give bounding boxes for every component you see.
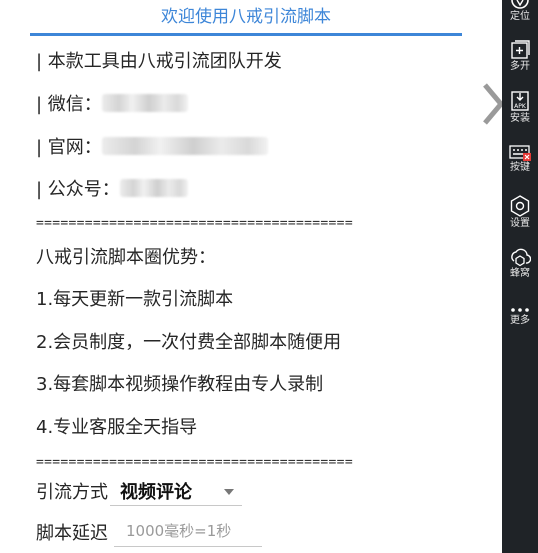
toolbar-label: 安装: [510, 113, 530, 124]
toolbar-item-settings[interactable]: 设置: [502, 195, 538, 230]
apk-install-icon: APK: [511, 91, 529, 111]
mode-label: 引流方式: [36, 482, 108, 503]
benefit-item: 3.每套脚本视频操作教程由专人录制: [36, 374, 324, 395]
benefit-item: 4.专业客服全天指导: [36, 417, 198, 438]
delay-label: 脚本延迟: [36, 523, 108, 544]
header: 欢迎使用八戒引流脚本: [30, 0, 462, 38]
website-label: | 官网：: [36, 137, 102, 158]
website-row: | 官网：: [36, 136, 268, 160]
separator-line: =======================================: [36, 218, 353, 230]
mode-select-value: 视频评论: [120, 481, 192, 503]
official-account-value-redacted: [119, 179, 188, 197]
mode-select[interactable]: 视频评论: [110, 476, 242, 506]
svg-text:APK: APK: [514, 103, 527, 110]
toolbar-item-cellular[interactable]: 蜂窝: [502, 247, 538, 280]
keyboard-icon: [509, 145, 531, 161]
emulator-toolbar: 定位 多开 APK 安装 按键 设置 蜂窝 更多: [502, 0, 538, 553]
page-title: 欢迎使用八戒引流脚本: [161, 7, 331, 27]
more-icon: [511, 308, 529, 312]
separator-line: =======================================: [36, 457, 353, 469]
wechat-value-redacted: [101, 94, 188, 112]
website-value-redacted: [101, 137, 268, 155]
settings-icon: [510, 195, 530, 217]
cellular-icon: [511, 248, 531, 267]
official-account-row: | 公众号：: [36, 178, 188, 202]
wechat-label: | 微信：: [36, 94, 102, 115]
toolbar-label: 更多: [510, 315, 530, 326]
official-account-label: | 公众号：: [36, 179, 120, 200]
toolbar-item-location[interactable]: 定位: [502, 0, 538, 23]
delay-input[interactable]: [114, 517, 262, 547]
intro-text: | 本款工具由八戒引流团队开发: [36, 51, 282, 72]
delay-row: 脚本延迟: [36, 517, 262, 547]
toolbar-label: 蜂窝: [510, 268, 530, 279]
toolbar-label: 定位: [510, 11, 530, 22]
benefit-item: 1.每天更新一款引流脚本: [36, 289, 234, 310]
wechat-row: | 微信：: [36, 93, 188, 117]
toolbar-item-more[interactable]: 更多: [502, 306, 538, 327]
toolbar-item-install[interactable]: APK 安装: [502, 90, 538, 125]
script-panel: 欢迎使用八戒引流脚本 | 本款工具由八戒引流团队开发 | 微信： | 官网： |…: [0, 0, 502, 553]
benefit-item: 2.会员制度，一次付费全部脚本随便用: [36, 332, 342, 353]
multi-open-icon: [511, 40, 530, 59]
location-icon: [511, 0, 529, 9]
dropdown-arrow-icon: [224, 489, 234, 495]
toolbar-item-multi-open[interactable]: 多开: [502, 40, 538, 73]
toolbar-label: 按键: [510, 162, 530, 173]
mode-row: 引流方式 视频评论: [36, 476, 242, 506]
toolbar-label: 设置: [510, 218, 530, 229]
toolbar-item-keyboard[interactable]: 按键: [502, 145, 538, 174]
toolbar-label: 多开: [510, 61, 530, 72]
benefits-heading: 八戒引流脚本圈优势：: [36, 247, 216, 268]
title-underline: [30, 33, 462, 36]
